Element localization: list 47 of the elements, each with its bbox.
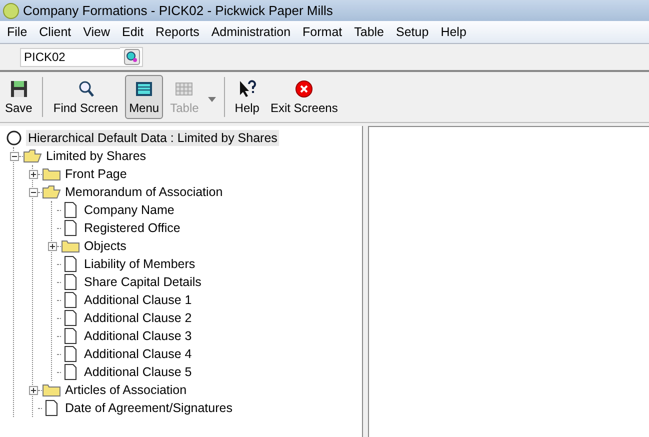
tree-item[interactable]: Registered Office: [82, 220, 182, 236]
tree-item[interactable]: Additional Clause 3: [82, 328, 194, 344]
tree-item[interactable]: Date of Agreement/Signatures: [63, 400, 234, 416]
tree-item[interactable]: Share Capital Details: [82, 274, 204, 290]
tree-item[interactable]: Front Page: [63, 166, 129, 182]
menu-item[interactable]: View: [78, 25, 117, 39]
window-title: Company Formations - PICK02 - Pickwick Paper Mills: [23, 3, 333, 18]
open-folder-icon: [23, 148, 42, 164]
menu-item[interactable]: Administration: [206, 25, 298, 39]
menu-item[interactable]: Help: [436, 25, 474, 39]
caret-icon: [208, 96, 216, 102]
find-button[interactable]: Find Screen: [49, 75, 122, 119]
tree-item[interactable]: Additional Clause 1: [82, 292, 194, 308]
tree-item[interactable]: Objects: [82, 238, 128, 254]
folder-icon: [42, 166, 61, 182]
menu-item[interactable]: File: [2, 25, 34, 39]
tree-item[interactable]: Memorandum of Association: [63, 184, 225, 200]
menu-icon: [134, 79, 154, 99]
help-button[interactable]: Help: [230, 75, 264, 119]
menu-item[interactable]: Format: [298, 25, 350, 39]
tree-item[interactable]: Company Name: [82, 202, 176, 218]
app-logo-icon: [3, 2, 19, 18]
menu-item[interactable]: Setup: [391, 25, 436, 39]
tree-root[interactable]: Hierarchical Default Data : Limited by Shares: [26, 130, 280, 146]
tree-item[interactable]: Articles of Association: [63, 382, 189, 398]
menu-item[interactable]: Table: [349, 25, 392, 39]
expand-icon[interactable]: [48, 242, 57, 250]
close-icon: [294, 79, 314, 99]
menu-item[interactable]: Reports: [150, 25, 206, 39]
tree-item[interactable]: Additional Clause 2: [82, 310, 194, 326]
exit-button[interactable]: Exit Screens: [266, 75, 342, 119]
folder-icon: [42, 382, 61, 398]
expand-icon[interactable]: [29, 170, 38, 178]
menu-button[interactable]: Menu: [125, 75, 164, 119]
collapse-icon[interactable]: [10, 152, 19, 160]
help-icon: [237, 79, 258, 99]
menu-item[interactable]: Edit: [117, 25, 151, 39]
folder-icon: [61, 238, 80, 254]
tree-item[interactable]: Limited by Shares: [44, 148, 148, 164]
collapse-icon[interactable]: [29, 188, 38, 196]
save-button[interactable]: Save: [1, 75, 36, 119]
menu-item[interactable]: Client: [34, 25, 78, 39]
tree-item[interactable]: Additional Clause 4: [82, 346, 194, 362]
open-folder-icon: [42, 184, 61, 200]
tree-item[interactable]: Liability of Members: [82, 256, 198, 272]
expand-icon[interactable]: [29, 386, 38, 394]
tree-item[interactable]: Additional Clause 5: [82, 364, 194, 380]
